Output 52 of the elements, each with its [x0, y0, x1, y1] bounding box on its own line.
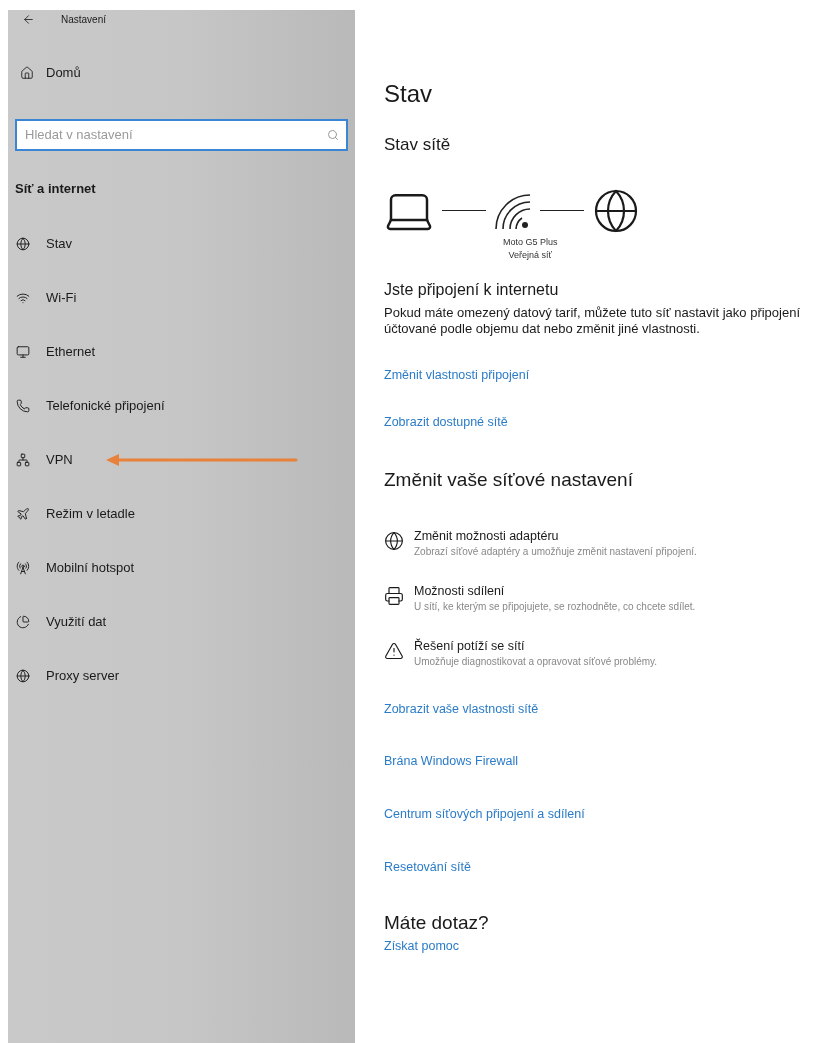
wifi-icon: [16, 291, 30, 305]
option-title: Změnit možnosti adaptéru: [414, 527, 560, 545]
link[interactable]: Centrum síťových připojení a sdílení: [384, 805, 585, 824]
status-description: Pokud máte omezený datový tarif, můžete tuto síť nastavit jako připojení účtované podle objemu dat nebo změnit jiné vlastnosti.: [384, 304, 802, 337]
settings-option[interactable]: Řešení potíží se sítí Umožňuje diagnostikovat a opravovat síťové problémy.: [384, 637, 829, 669]
section-heading: Stav sítě: [384, 134, 451, 156]
printer-icon: [384, 585, 404, 606]
link[interactable]: Zobrazit dostupné sítě: [384, 413, 508, 432]
search-field[interactable]: Hledat v nastavení: [15, 118, 348, 151]
link[interactable]: Resetování sítě: [384, 857, 471, 877]
home-icon: [20, 65, 34, 80]
link[interactable]: Získat pomoc: [384, 937, 460, 956]
page-title: Stav: [384, 79, 433, 109]
plane-icon: [16, 507, 30, 521]
status-heading: Jste připojení k internetu: [384, 279, 559, 300]
globe-icon: [16, 669, 30, 683]
link[interactable]: Změnit vlastnosti připojení: [384, 365, 530, 385]
section-heading: Máte dotaz?: [384, 910, 489, 935]
option-description: Zobrazí síťové adaptéry a umožňuje změnit nastavení připojení.: [414, 544, 697, 559]
settings-option[interactable]: Možnosti sdílení U sítí, ke kterým se připojujete, se rozhodněte, co chcete sdílet.: [384, 582, 829, 614]
monitor-icon: [16, 345, 30, 359]
home-link[interactable]: Domů: [8, 63, 355, 83]
section-heading: Změnit vaše síťové nastavení: [384, 468, 633, 492]
nav-item[interactable]: Wi-Fi: [8, 288, 77, 308]
warning-icon: [384, 640, 404, 661]
globe-icon: [384, 530, 404, 551]
network-type: Veřejná síť: [508, 248, 552, 262]
nav-item[interactable]: Využití dat: [8, 612, 107, 632]
nav-item[interactable]: Režim v letadle: [8, 504, 135, 524]
window-title: Nastavení: [61, 12, 107, 27]
nav-item[interactable]: Ethernet: [8, 342, 96, 362]
nav-item[interactable]: Stav: [8, 234, 72, 254]
network-icon: [16, 453, 30, 467]
link[interactable]: Zobrazit vaše vlastnosti sítě: [384, 699, 539, 719]
pie-chart-icon: [16, 615, 30, 629]
option-description: U sítí, ke kterým se připojujete, se rozhodněte, co chcete sdílet.: [414, 599, 696, 614]
radio-tower-icon: [16, 561, 30, 575]
settings-option[interactable]: Změnit možnosti adaptéru Zobrazí síťové adaptéry a umožňuje změnit nastavení připojení.: [384, 527, 829, 559]
option-description: Umožňuje diagnostikovat a opravovat síťové problémy.: [414, 654, 658, 669]
option-title: Řešení potíží se sítí: [414, 637, 526, 655]
phone-icon: [16, 399, 30, 413]
globe-icon: [16, 237, 30, 251]
back-icon[interactable]: [22, 12, 35, 26]
search-icon: [327, 128, 339, 141]
nav-item[interactable]: Telefonické připojení: [8, 396, 165, 416]
nav-item[interactable]: Proxy server: [8, 666, 119, 686]
link[interactable]: Brána Windows Firewall: [384, 752, 519, 771]
network-name: Moto G5 Plus: [503, 235, 558, 249]
section-heading: Síť a internet: [14, 179, 96, 198]
option-title: Možnosti sdílení: [414, 582, 506, 600]
nav-item[interactable]: VPN: [8, 450, 73, 470]
nav-item[interactable]: Mobilní hotspot: [8, 558, 135, 578]
